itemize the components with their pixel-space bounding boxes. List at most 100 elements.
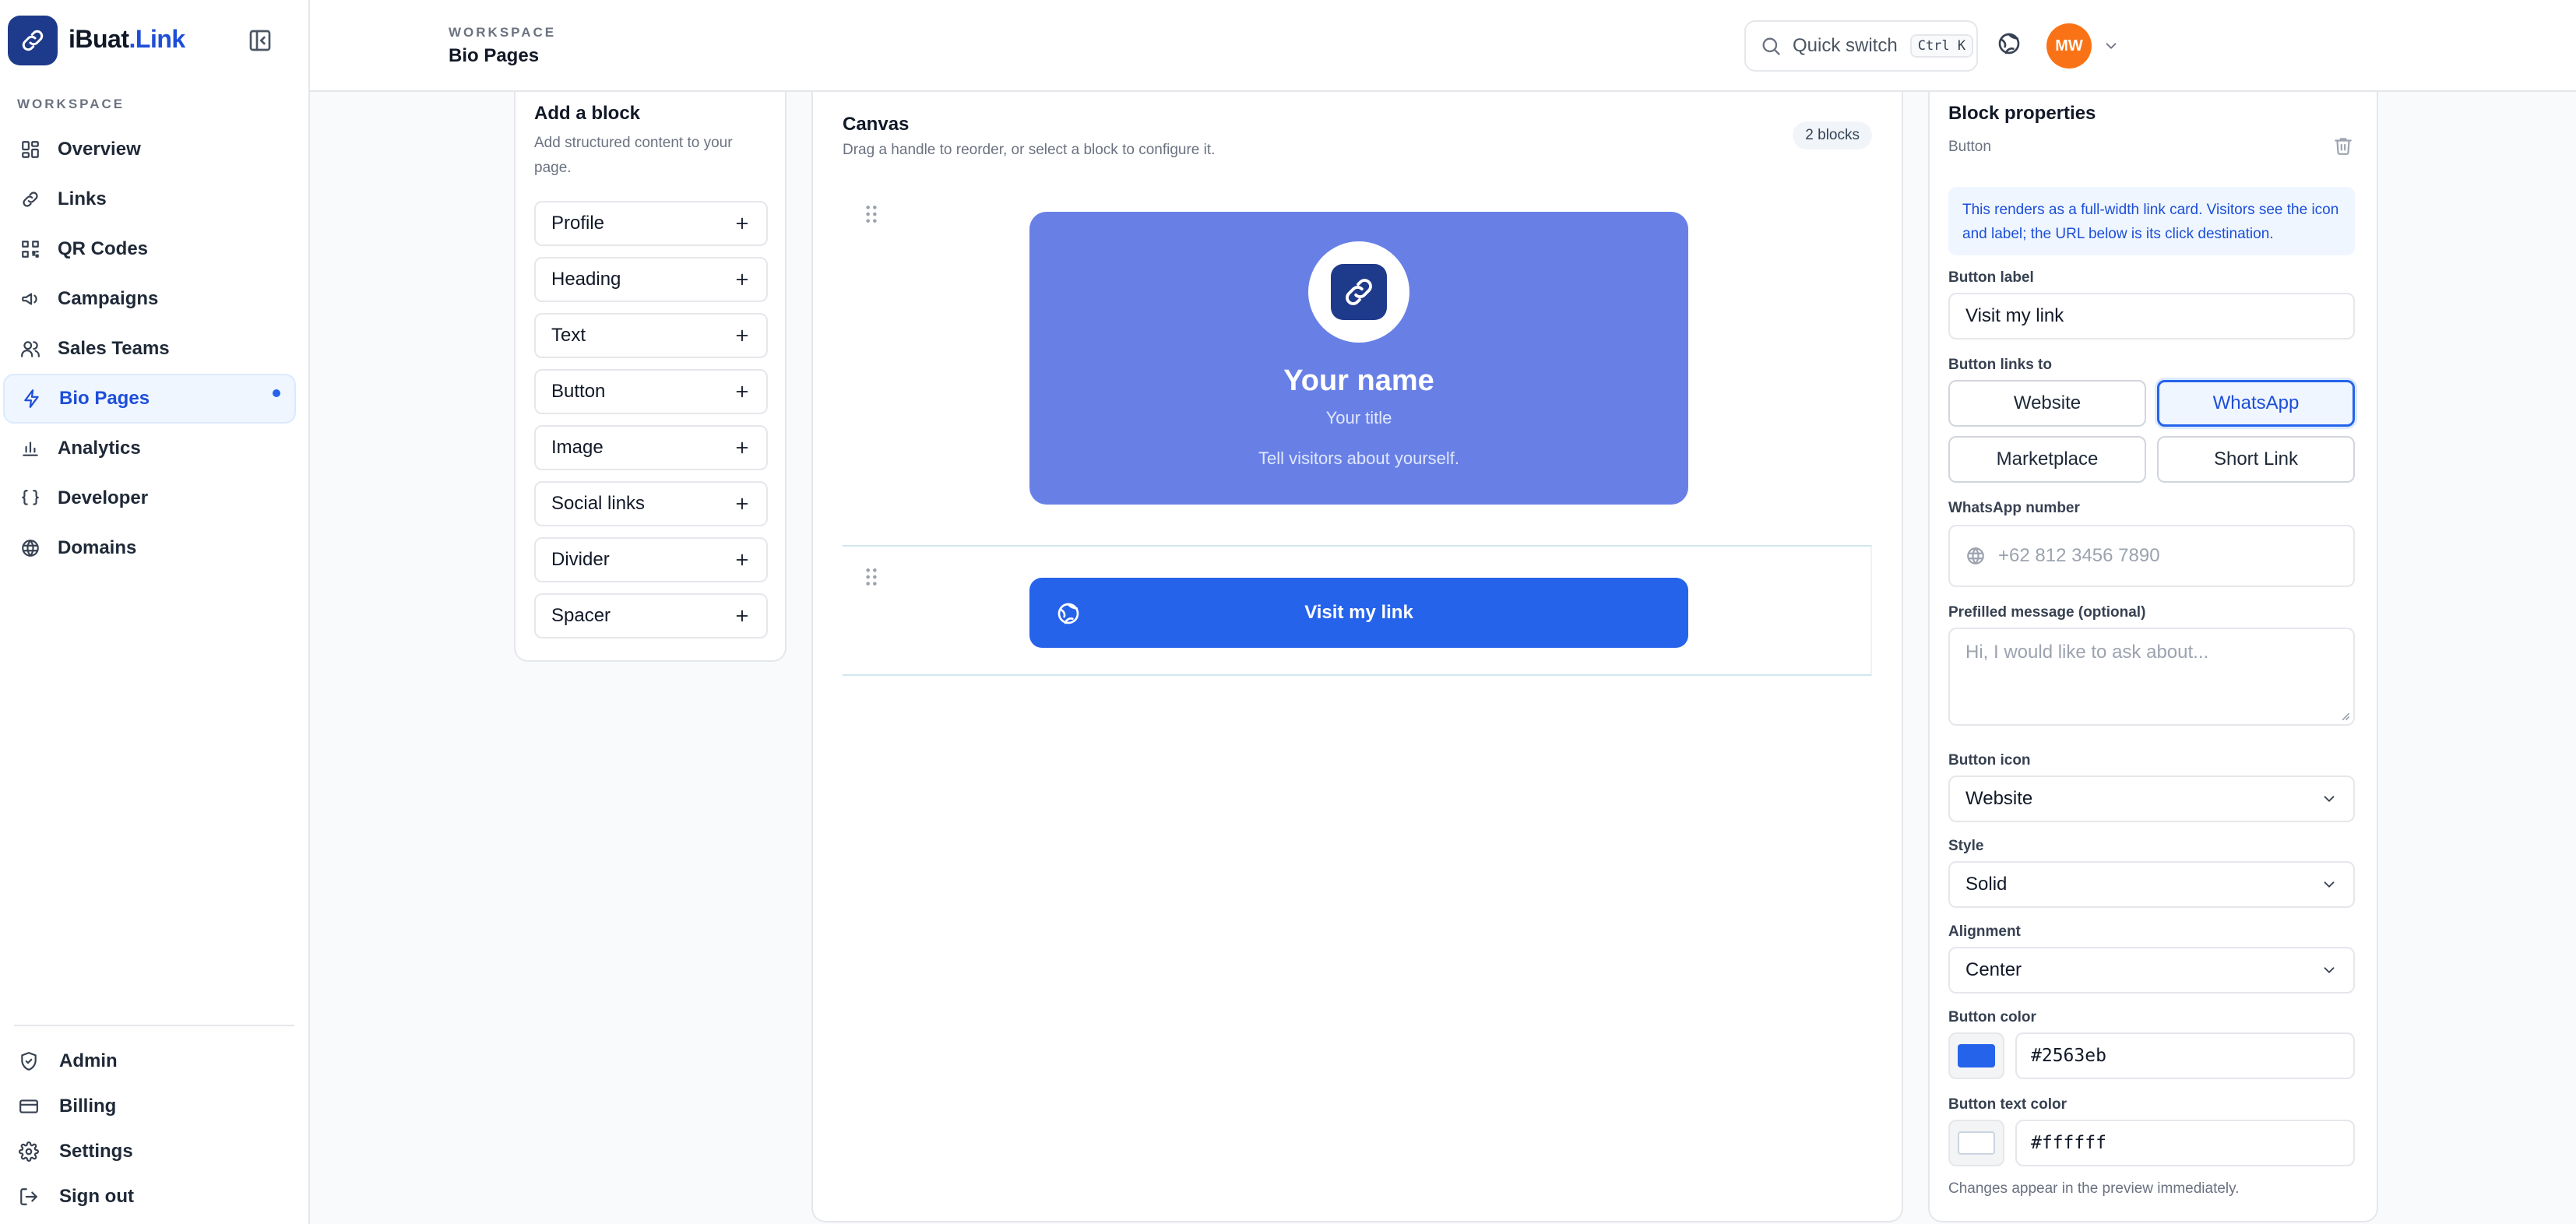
profile-avatar (1308, 241, 1409, 343)
prefilled-message-textarea[interactable]: Hi, I would like to ask about... (1948, 628, 2355, 726)
brand-name[interactable]: iBuat.Link (69, 25, 185, 54)
drag-handle-icon[interactable] (864, 204, 878, 224)
link-option-whatsapp[interactable]: WhatsApp (2157, 380, 2355, 427)
sidebar-item-label: Campaigns (58, 288, 159, 309)
gear-icon (19, 1141, 39, 1162)
text-color-input[interactable]: #ffffff (2015, 1120, 2355, 1166)
globe-icon (22, 540, 39, 557)
profile-logo (1331, 264, 1387, 320)
link-option-short-link[interactable]: Short Link (2157, 436, 2355, 483)
resize-grip-icon[interactable] (2339, 710, 2350, 721)
add-heading-block[interactable]: Heading (534, 257, 768, 302)
shield-icon (21, 1052, 37, 1071)
canvas-panel: Canvas Drag a handle to reorder, or sele… (811, 92, 1903, 1222)
properties-title: Block properties (1948, 103, 2096, 124)
canvas-title: Canvas (843, 114, 910, 135)
button-icon-value: Website (1965, 788, 2033, 809)
sidebar-item-label: Links (58, 188, 107, 209)
sidebar-item-campaigns[interactable]: Campaigns (3, 274, 296, 324)
chevron-down-icon (2324, 881, 2335, 888)
canvas-subtitle: Drag a handle to reorder, or select a bl… (843, 142, 1216, 158)
sidebar-item-billing[interactable]: Billing (0, 1084, 310, 1129)
button-label-input[interactable]: Visit my link (1948, 293, 2355, 339)
megaphone-icon (22, 293, 37, 305)
profile-block[interactable]: Your name Your title Tell visitors about… (1029, 212, 1688, 505)
add-button-block[interactable]: Button (534, 369, 768, 414)
block-label: Text (551, 325, 586, 346)
sidebar-item-label: Sign out (59, 1186, 134, 1207)
button-block-row[interactable]: Visit my link (843, 545, 1872, 676)
visit-link-button[interactable]: Visit my link (1029, 578, 1688, 648)
sidebar-bottom-nav: Admin Billing Settings Sign out (0, 1039, 310, 1219)
sidebar-item-analytics[interactable]: Analytics (3, 424, 296, 473)
sidebar-item-developer[interactable]: Developer (3, 473, 296, 523)
profile-title: Your title (1325, 408, 1392, 427)
sidebar-item-sales-teams[interactable]: Sales Teams (3, 324, 296, 374)
app-logo[interactable] (8, 16, 58, 65)
sidebar-item-label: Sales Teams (58, 338, 170, 359)
block-label: Spacer (551, 605, 611, 626)
add-divider-block[interactable]: Divider (534, 537, 768, 582)
drag-handle-icon[interactable] (864, 567, 878, 587)
button-color-picker[interactable] (1948, 1032, 2004, 1079)
whatsapp-number-label: WhatsApp number (1948, 500, 2080, 516)
page-title: Bio Pages (449, 45, 540, 66)
sidebar-item-domains[interactable]: Domains (3, 523, 296, 573)
sidebar: iBuat.Link WORKSPACE Overview Links QR C… (0, 0, 310, 1224)
link-icon (22, 30, 44, 51)
block-label: Heading (551, 269, 621, 290)
braces-icon (22, 490, 39, 505)
add-image-block[interactable]: Image (534, 425, 768, 470)
link-option-marketplace[interactable]: Marketplace (1948, 436, 2146, 483)
add-profile-block[interactable]: Profile (534, 201, 768, 246)
style-select[interactable]: Solid (1948, 861, 2355, 908)
button-label-label: Button label (1948, 269, 2034, 286)
button-icon-select[interactable]: Website (1948, 776, 2355, 822)
add-social-links-block[interactable]: Social links (534, 481, 768, 526)
text-color-picker[interactable] (1948, 1120, 2004, 1166)
block-count-badge: 2 blocks (1793, 121, 1872, 149)
chevron-down-icon[interactable] (2103, 37, 2120, 55)
plus-icon (736, 554, 748, 566)
visit-link-label: Visit my link (1304, 602, 1413, 623)
sidebar-item-bio-pages[interactable]: Bio Pages (3, 374, 296, 424)
globe-icon (1967, 547, 1984, 565)
plus-icon (736, 610, 748, 622)
trash-icon[interactable] (2333, 135, 2353, 156)
alignment-label: Alignment (1948, 923, 2021, 940)
alignment-select[interactable]: Center (1948, 947, 2355, 994)
button-color-label: Button color (1948, 1009, 2036, 1025)
sidebar-item-qr-codes[interactable]: QR Codes (3, 224, 296, 274)
link-icon (23, 192, 38, 207)
avatar[interactable]: MW (2046, 23, 2092, 69)
block-type-label: Button (1948, 139, 1991, 155)
profile-bio: Tell visitors about yourself. (1258, 448, 1459, 468)
block-label: Social links (551, 493, 646, 514)
plus-icon (736, 441, 748, 454)
plus-icon (736, 498, 748, 510)
whatsapp-number-input[interactable]: +62 812 3456 7890 (1948, 525, 2355, 587)
sidebar-item-settings[interactable]: Settings (0, 1129, 310, 1174)
collapse-sidebar-icon[interactable] (248, 28, 273, 53)
sidebar-item-overview[interactable]: Overview (3, 125, 296, 174)
prefilled-message-label: Prefilled message (optional) (1948, 604, 2146, 621)
sidebar-item-label: QR Codes (58, 238, 149, 259)
sidebar-item-label: Bio Pages (59, 388, 150, 409)
add-text-block[interactable]: Text (534, 313, 768, 358)
sidebar-item-sign-out[interactable]: Sign out (0, 1174, 310, 1219)
block-list: Profile Heading Text Button Image Social… (534, 201, 768, 649)
add-block-title: Add a block (534, 103, 641, 124)
search-icon (1762, 37, 1780, 55)
plus-icon (736, 273, 748, 286)
sidebar-nav: Overview Links QR Codes Campaigns Sales … (0, 125, 310, 573)
add-spacer-block[interactable]: Spacer (534, 593, 768, 638)
sign-out-icon (20, 1188, 37, 1205)
sidebar-item-admin[interactable]: Admin (0, 1039, 310, 1084)
language-globe-icon[interactable] (1997, 31, 2022, 56)
link-option-website[interactable]: Website (1948, 380, 2146, 427)
chevron-down-icon (2324, 796, 2335, 802)
message-placeholder: Hi, I would like to ask about... (1965, 642, 2209, 663)
button-color-input[interactable]: #2563eb (2015, 1032, 2355, 1079)
sidebar-item-links[interactable]: Links (3, 174, 296, 224)
quick-switch-button[interactable]: Quick switch Ctrl K (1744, 20, 1978, 72)
